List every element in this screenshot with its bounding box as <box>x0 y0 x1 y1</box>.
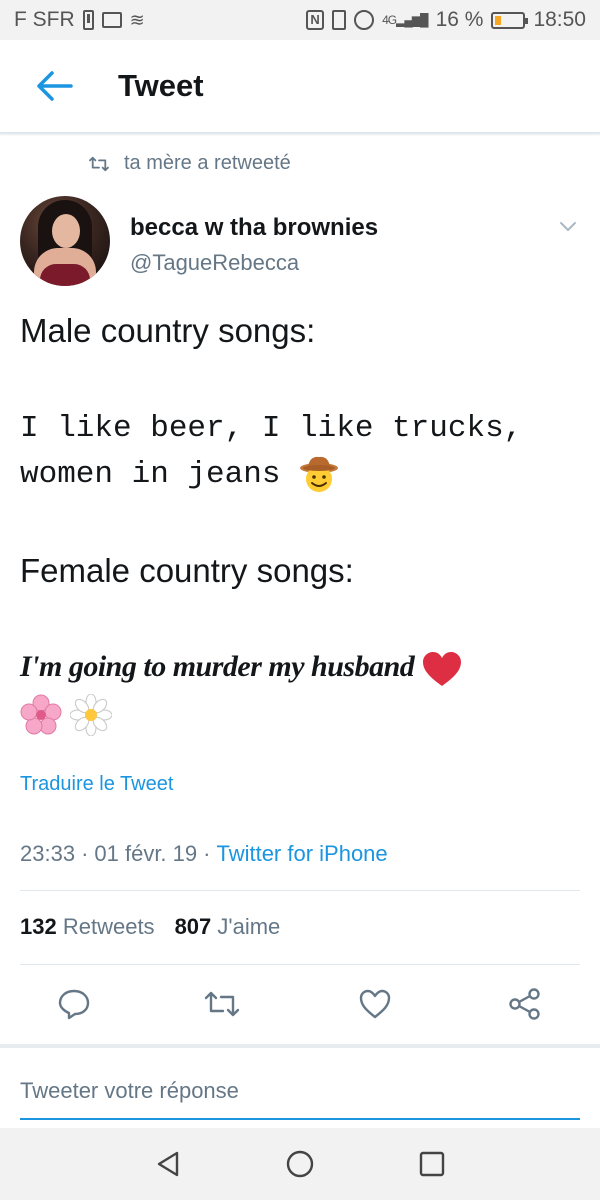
system-navigation-bar <box>0 1128 600 1200</box>
retweet-context[interactable]: ta mère a retweeté <box>88 152 291 175</box>
share-button[interactable] <box>505 984 545 1024</box>
tweet-line-male-heading: Male country songs: <box>20 312 316 349</box>
chevron-down-icon[interactable] <box>556 214 580 238</box>
tweet-meta: 23:33 · 01 févr. 19 · Twitter for iPhone <box>20 841 388 867</box>
wifi-icon: ≋ <box>129 9 145 30</box>
tweet-line-female-heading: Female country songs: <box>20 552 354 589</box>
tweet-source-link[interactable]: Twitter for iPhone <box>216 841 387 867</box>
triangle-back-icon <box>157 1151 179 1177</box>
back-button[interactable] <box>32 64 76 108</box>
red-heart-emoji-icon <box>423 652 462 687</box>
author-handle[interactable]: @TagueRebecca <box>130 250 299 276</box>
carrier-label: F SFR <box>14 8 75 31</box>
heart-icon <box>359 989 391 1019</box>
divider <box>20 964 580 965</box>
status-bar: F SFR ≋ N 4G▂▄▆█ 16 % 18:50 <box>0 0 600 40</box>
likes-count: 807 <box>174 914 212 939</box>
retweets-label: Retweets <box>62 914 155 939</box>
signal-icon: 4G▂▄▆█ <box>382 13 428 27</box>
sim-card-icon <box>101 12 122 28</box>
tweet-date: 01 févr. 19 <box>94 841 198 866</box>
alert-icon <box>82 10 94 30</box>
arrow-left-icon <box>37 71 73 101</box>
circle-home-icon <box>286 1150 314 1178</box>
retweet-button[interactable] <box>202 984 242 1024</box>
author-name[interactable]: becca w tha brownies <box>130 214 378 242</box>
translate-tweet-link[interactable]: Traduire le Tweet <box>20 773 173 796</box>
cherry-blossom-emoji-icon <box>20 694 62 735</box>
clock: 18:50 <box>533 8 586 31</box>
vibrate-icon <box>332 10 347 30</box>
tweet-text: Male country songs: I like beer, I like … <box>20 312 580 737</box>
comment-icon <box>58 989 90 1020</box>
divider <box>0 1044 600 1048</box>
reply-input[interactable]: Tweeter votre réponse <box>20 1072 580 1120</box>
divider <box>20 890 580 891</box>
tweet-time: 23:33 <box>20 841 76 866</box>
tweet-line-female-lyrics: I'm going to murder my husband <box>20 650 580 688</box>
app-header: Tweet <box>0 40 600 134</box>
tweet-line-male-lyrics-2: women in jeans <box>20 452 580 498</box>
meta-separator: · <box>203 841 211 866</box>
reply-placeholder: Tweeter votre réponse <box>20 1078 239 1103</box>
battery-percent: 16 % <box>435 8 484 31</box>
battery-icon <box>491 11 529 29</box>
likes-stat[interactable]: 807 J'aime <box>175 914 281 940</box>
retweet-icon <box>89 156 109 171</box>
tweet-line-male-lyrics-1: I like beer, I like trucks, <box>20 411 523 446</box>
avatar[interactable] <box>20 196 110 286</box>
retweets-count: 132 <box>20 914 57 939</box>
share-icon <box>509 988 540 1020</box>
tweet-action-bar <box>0 984 600 1028</box>
square-recents-icon <box>419 1151 445 1177</box>
tweet-flower-emojis <box>20 694 580 737</box>
meta-separator: · <box>81 841 89 866</box>
daisy-emoji-icon <box>70 694 113 737</box>
nfc-icon: N <box>306 10 325 30</box>
likes-label: J'aime <box>217 914 281 939</box>
retweet-icon <box>204 991 240 1017</box>
nav-recents-button[interactable] <box>414 1146 450 1182</box>
like-button[interactable] <box>355 984 395 1024</box>
tweet-stats: 132 Retweets 807 J'aime <box>20 914 280 940</box>
alarm-icon <box>354 10 375 30</box>
retweet-context-label: ta mère a retweeté <box>124 152 291 174</box>
page-title: Tweet <box>118 68 204 103</box>
nav-back-button[interactable] <box>150 1146 186 1182</box>
nav-home-button[interactable] <box>282 1146 318 1182</box>
cowboy-emoji-icon <box>300 456 339 492</box>
retweets-stat[interactable]: 132 Retweets <box>20 914 155 940</box>
tweet-author: becca w tha brownies @TagueRebecca <box>20 196 580 290</box>
reply-button[interactable] <box>54 984 94 1024</box>
